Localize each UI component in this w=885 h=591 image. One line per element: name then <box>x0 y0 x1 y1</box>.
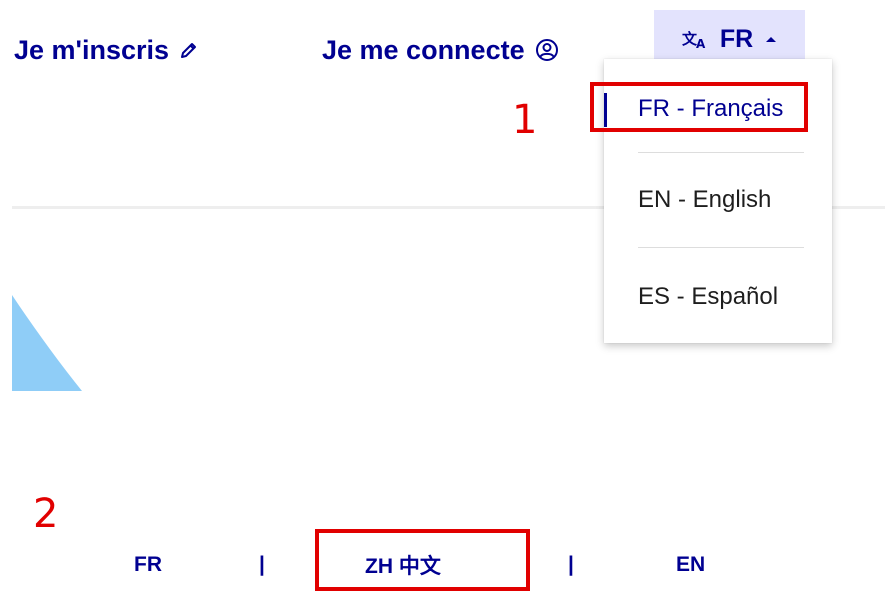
annotation-number-2: 2 <box>33 491 59 537</box>
signup-label: Je m'inscris <box>14 34 170 65</box>
svg-text:A: A <box>696 37 706 50</box>
login-label: Je me connecte <box>322 34 525 65</box>
language-option-label: EN - English <box>638 186 772 213</box>
footer-language-fr[interactable]: FR <box>134 548 162 582</box>
footer-language-zh[interactable]: ZH 中文 <box>365 548 441 582</box>
language-dropdown: FR - Français EN - English ES - Español <box>604 59 832 343</box>
language-option-en[interactable]: EN - English <box>604 176 832 224</box>
login-link[interactable]: Je me connecte <box>322 30 559 70</box>
decorative-shape <box>12 295 82 391</box>
menu-divider <box>638 152 804 153</box>
footer-separator: | <box>568 553 574 576</box>
menu-divider <box>638 247 804 248</box>
user-circle-icon <box>535 38 559 62</box>
translate-icon: 文 A <box>682 28 708 50</box>
active-indicator <box>604 93 607 127</box>
caret-up-icon <box>765 35 777 43</box>
signup-link[interactable]: Je m'inscris <box>14 30 199 70</box>
pencil-icon <box>179 40 199 60</box>
language-option-es[interactable]: ES - Español <box>604 273 832 321</box>
annotation-number-1: 1 <box>512 97 538 143</box>
language-option-label: ES - Español <box>638 283 779 310</box>
language-option-fr[interactable]: FR - Français <box>604 85 832 133</box>
language-option-label: FR - Français <box>638 95 784 122</box>
page: Je m'inscris Je me connecte 文 A FR FR - … <box>0 0 885 591</box>
footer-language-en[interactable]: EN <box>676 548 705 582</box>
footer-separator: | <box>259 553 265 576</box>
language-current: FR <box>719 24 754 53</box>
